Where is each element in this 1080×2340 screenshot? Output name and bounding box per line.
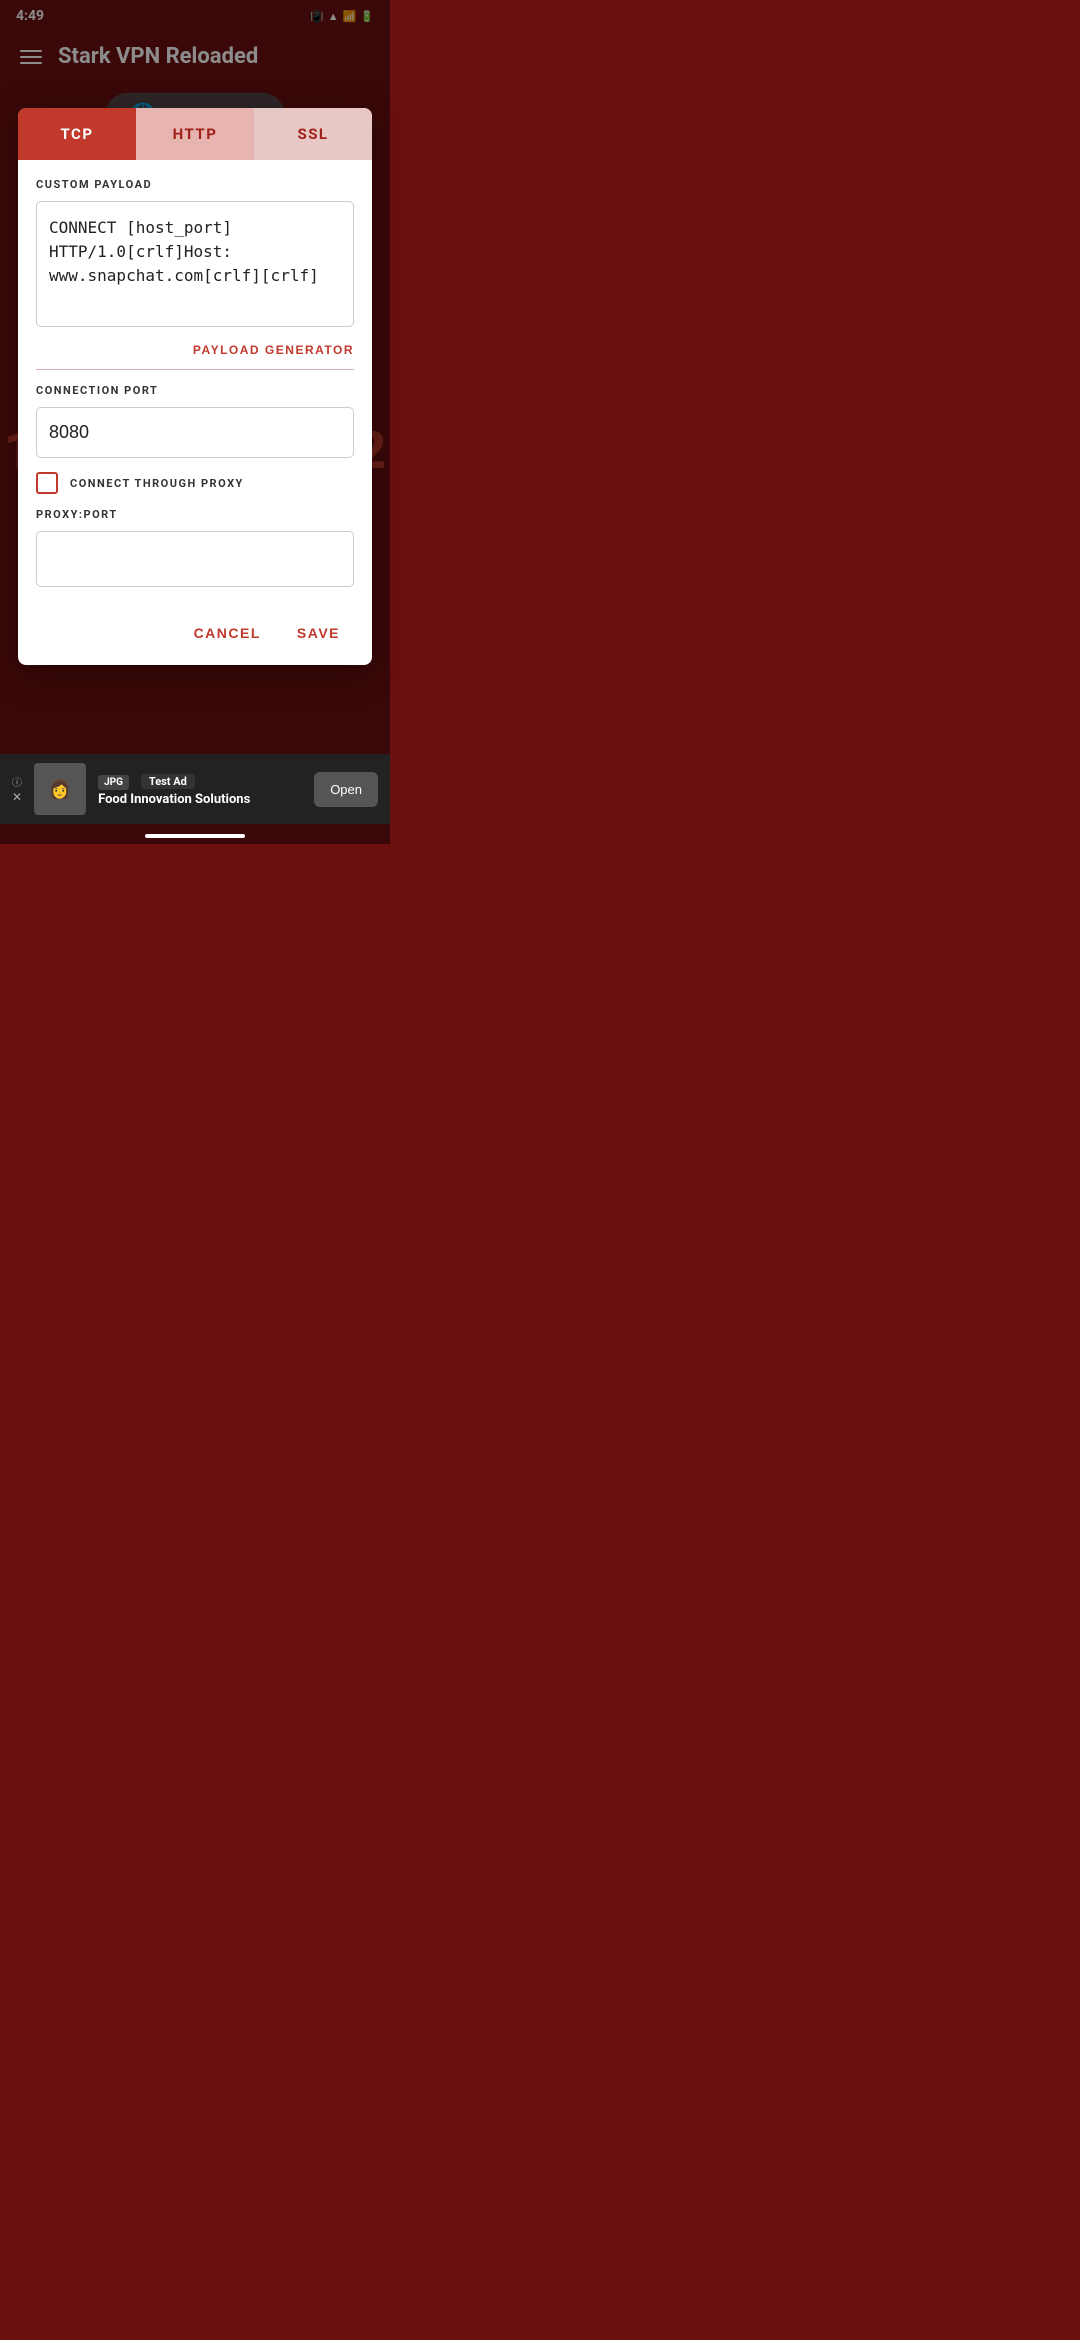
- custom-payload-input[interactable]: CONNECT [host_port] HTTP/1.0[crlf]Host: …: [36, 201, 354, 327]
- connection-port-input[interactable]: [36, 407, 354, 458]
- proxy-port-input[interactable]: [36, 531, 354, 587]
- ad-content: JPG Test Ad Food Innovation Solutions: [98, 770, 302, 809]
- connect-through-proxy-row: CONNECT THROUGH PROXY: [36, 472, 354, 494]
- payload-generator-button[interactable]: PAYLOAD GENERATOR: [193, 339, 354, 361]
- connect-through-proxy-checkbox[interactable]: [36, 472, 58, 494]
- settings-dialog: TCP HTTP SSL CUSTOM PAYLOAD CONNECT [hos…: [18, 108, 372, 665]
- dialog-body: CUSTOM PAYLOAD CONNECT [host_port] HTTP/…: [18, 160, 372, 601]
- tab-row: TCP HTTP SSL: [18, 108, 372, 160]
- ad-bar: ⓘ ✕ 👩 JPG Test Ad Food Innovation Soluti…: [0, 754, 390, 824]
- info-icon: ⓘ: [12, 774, 22, 789]
- divider-1: [36, 369, 354, 370]
- ad-title: Food Innovation Solutions: [98, 792, 302, 809]
- save-button[interactable]: SAVE: [283, 617, 354, 649]
- connection-port-label: CONNECTION PORT: [36, 384, 354, 397]
- dialog-actions: CANCEL SAVE: [18, 601, 372, 665]
- tab-http[interactable]: HTTP: [136, 108, 254, 160]
- ad-badge: JPG: [98, 775, 129, 790]
- ad-close-icon[interactable]: ✕: [12, 790, 22, 804]
- ad-open-button[interactable]: Open: [314, 772, 378, 807]
- tab-tcp[interactable]: TCP: [18, 108, 136, 160]
- custom-payload-label: CUSTOM PAYLOAD: [36, 178, 354, 191]
- home-indicator: [145, 834, 245, 838]
- tab-ssl[interactable]: SSL: [254, 108, 372, 160]
- ad-test-badge: Test Ad: [141, 774, 195, 789]
- proxy-port-label: PROXY:PORT: [36, 508, 354, 521]
- ad-info-button[interactable]: ⓘ ✕: [12, 774, 22, 804]
- cancel-button[interactable]: CANCEL: [180, 617, 275, 649]
- connect-through-proxy-label: CONNECT THROUGH PROXY: [70, 477, 244, 490]
- ad-image-placeholder: 👩: [49, 779, 71, 800]
- ad-thumbnail: 👩: [34, 763, 86, 815]
- payload-generator-row: PAYLOAD GENERATOR: [36, 331, 354, 365]
